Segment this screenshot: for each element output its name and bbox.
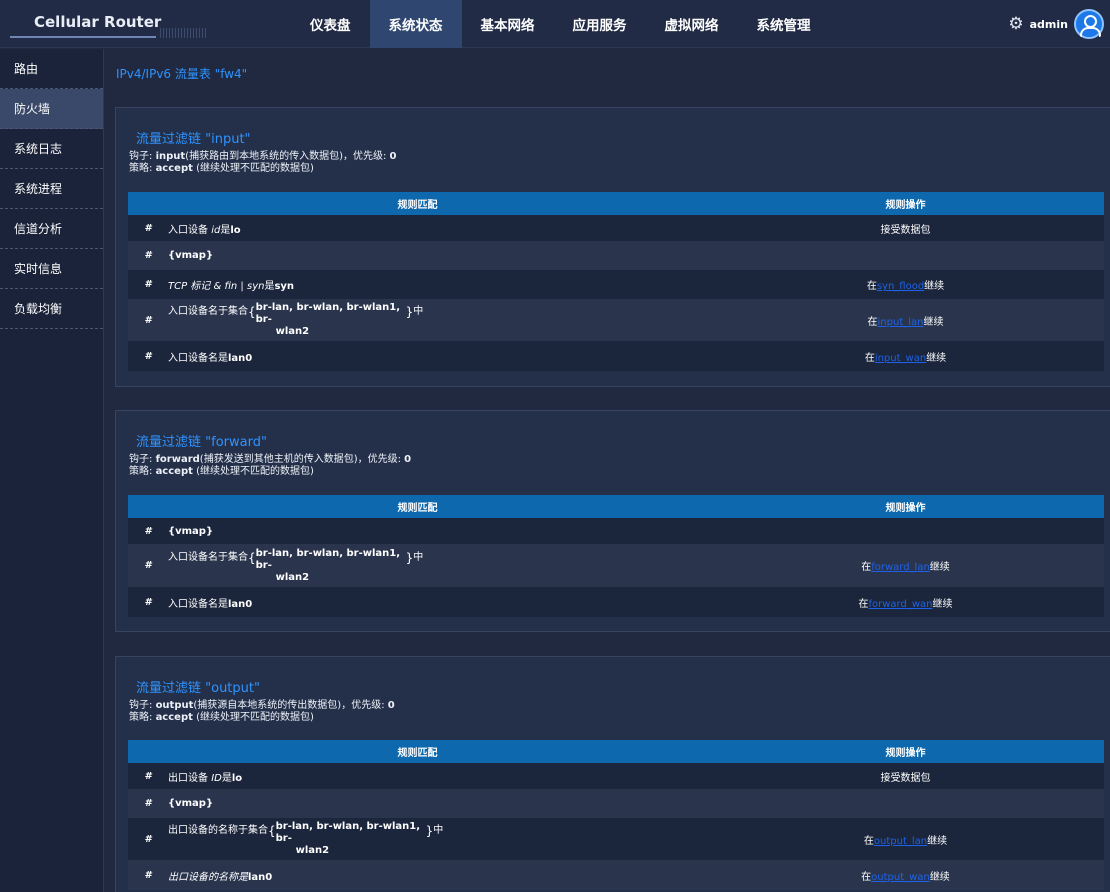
rule-action: 在output_lan继续 xyxy=(863,835,948,847)
table-row: # 入口设备名是lan0 在forward_wan继续 xyxy=(128,587,1104,617)
page-title: IPv4/IPv6 流量表 "fw4" xyxy=(116,67,248,81)
chain-title: 流量过滤链 "forward" xyxy=(136,435,267,450)
table-row: # {vmap} xyxy=(128,518,1104,544)
rule-action: 在forward_wan继续 xyxy=(858,598,953,610)
nav-app-services[interactable]: 应用服务 xyxy=(554,0,646,48)
chain-panel-input: 流量过滤链 "input" 钩子: input(捕获路由到本地系统的传入数据包)… xyxy=(115,107,1110,387)
table-body: # 出口设备 ID是lo 接受数据包 # {vmap} # 出口设备的名称于集合{br… xyxy=(128,763,1104,890)
chain-title: 流量过滤链 "output" xyxy=(136,681,260,696)
chain-panel-output: 流量过滤链 "output" 钩子: output(捕获源自本地系统的传出数据包… xyxy=(115,656,1110,892)
rule-condition: 出口设备 ID是lo xyxy=(168,772,243,784)
chain-link[interactable]: input_lan xyxy=(878,317,924,328)
rule-condition: 出口设备的名称于集合{br-lan, br-wlan, br-wlan1, br… xyxy=(168,821,444,856)
table-body: # {vmap} # 入口设备名于集合{br-lan, br-wlan, br-wl… xyxy=(128,518,1104,617)
policy-line: 策略: accept (继续处理不匹配的数据包) xyxy=(129,712,314,723)
sidebar-item-system-log[interactable]: 系统日志 xyxy=(0,129,103,169)
brand-logo[interactable]: Cellular Router xyxy=(0,0,206,48)
chain-link[interactable]: forward_lan xyxy=(871,562,930,573)
table-row: # 出口设备的名称于集合{br-lan, br-wlan, br-wlan1, b… xyxy=(128,818,1104,860)
rule-action: 在input_lan继续 xyxy=(867,316,944,328)
rule-condition: {vmap} xyxy=(168,250,214,261)
rule-condition: 入口设备名是lan0 xyxy=(168,352,253,364)
brand-name: Cellular Router xyxy=(34,13,162,31)
chain-meta: 钩子: input(捕获路由到本地系统的传入数据包)，优先级: 0 策略: ac… xyxy=(129,151,397,175)
rule-action: 在input_wan继续 xyxy=(864,352,947,364)
header-match: 规则匹配 xyxy=(397,200,438,211)
chain-link[interactable]: syn_flood xyxy=(877,281,924,292)
chain-link[interactable]: output_wan xyxy=(871,872,930,883)
header-action: 规则操作 xyxy=(885,200,926,211)
table-header: 规则匹配 规则操作 xyxy=(128,740,1104,763)
nav-virtual-network[interactable]: 虚拟网络 xyxy=(646,0,738,48)
sidebar-item-load-balancing[interactable]: 负载均衡 xyxy=(0,289,103,329)
rule-condition: 入口设备名于集合{br-lan, br-wlan, br-wlan1, br-w… xyxy=(168,302,424,337)
chain-panel-forward: 流量过滤链 "forward" 钩子: forward(捕获发送到其他主机的传入… xyxy=(115,410,1110,632)
nav-system-management[interactable]: 系统管理 xyxy=(738,0,830,48)
chain-link[interactable]: output_lan xyxy=(874,836,927,847)
top-navigation-bar: Cellular Router 仪表盘 系统状态 基本网络 应用服务 虚拟网络 … xyxy=(0,0,1110,48)
table-header: 规则匹配 规则操作 xyxy=(128,495,1104,518)
brand-underline xyxy=(10,36,156,38)
rules-table: 规则匹配 规则操作 # {vmap} # 入口设备名于集合{br-lan, br-w… xyxy=(128,495,1104,617)
table-row: # 入口设备名是lan0 在input_wan继续 xyxy=(128,341,1104,371)
sidebar-item-routing[interactable]: 路由 xyxy=(0,49,103,89)
avatar-icon[interactable] xyxy=(1074,9,1104,39)
table-row: # {vmap} xyxy=(128,241,1104,270)
header-action: 规则操作 xyxy=(885,503,926,514)
sidebar-item-firewall[interactable]: 防火墙 xyxy=(0,89,103,129)
rules-table: 规则匹配 规则操作 # 出口设备 ID是lo 接受数据包 # {vmap} # 出口设… xyxy=(128,740,1104,890)
sidebar-item-processes[interactable]: 系统进程 xyxy=(0,169,103,209)
table-header: 规则匹配 规则操作 xyxy=(128,192,1104,215)
table-body: # 入口设备 id是lo 接受数据包 # {vmap} # TCP 标记 & fin … xyxy=(128,215,1104,371)
sidebar-item-realtime-info[interactable]: 实时信息 xyxy=(0,249,103,289)
header-action: 规则操作 xyxy=(885,748,926,759)
rule-condition: 入口设备名于集合{br-lan, br-wlan, br-wlan1, br-w… xyxy=(168,547,424,583)
sidebar-item-channel-analysis[interactable]: 信道分析 xyxy=(0,209,103,249)
rule-condition: 入口设备名是lan0 xyxy=(168,598,253,610)
main-content: IPv4/IPv6 流量表 "fw4" 流量过滤链 "input" 钩子: in… xyxy=(115,49,1110,892)
chain-link[interactable]: forward_wan xyxy=(869,599,933,610)
nav-system-status[interactable]: 系统状态 xyxy=(369,0,462,48)
nav-basic-network[interactable]: 基本网络 xyxy=(462,0,554,48)
hook-line: 钩子: input(捕获路由到本地系统的传入数据包)，优先级: 0 xyxy=(129,151,397,162)
header-match: 规则匹配 xyxy=(397,748,438,759)
rule-action: 在forward_lan继续 xyxy=(861,562,950,573)
table-row: # {vmap} xyxy=(128,789,1104,818)
chain-link[interactable]: input_wan xyxy=(875,353,926,364)
chain-meta: 钩子: output(捕获源自本地系统的传出数据包)，优先级: 0 策略: ac… xyxy=(129,700,395,724)
rule-condition: TCP 标记 & fin | syn是syn xyxy=(168,281,295,292)
table-row: # TCP 标记 & fin | syn是syn 在syn_flood继续 xyxy=(128,270,1104,299)
header-match: 规则匹配 xyxy=(397,503,438,514)
rule-action: 在syn_flood继续 xyxy=(866,281,945,292)
rule-condition: 出口设备的名称是lan0 xyxy=(168,871,273,883)
gear-icon[interactable]: ⚙ xyxy=(1008,15,1023,33)
rule-condition: {vmap} xyxy=(168,525,214,537)
chain-title: 流量过滤链 "input" xyxy=(136,132,251,147)
rule-action: 在output_wan继续 xyxy=(861,871,950,883)
table-row: # 入口设备名于集合{br-lan, br-wlan, br-wlan1, br-… xyxy=(128,544,1104,587)
sidebar: 路由 防火墙 系统日志 系统进程 信道分析 实时信息 负载均衡 xyxy=(0,49,104,892)
rule-action: 接受数据包 xyxy=(880,772,931,784)
brand-decoration xyxy=(160,28,206,38)
rule-condition: 入口设备 id是lo xyxy=(168,224,241,236)
username[interactable]: admin xyxy=(1030,18,1068,31)
table-row: # 出口设备 ID是lo 接受数据包 xyxy=(128,763,1104,789)
user-menu[interactable]: ⚙ admin xyxy=(1008,9,1104,39)
rule-condition: {vmap} xyxy=(168,798,214,809)
table-row: # 入口设备名于集合{br-lan, br-wlan, br-wlan1, br-… xyxy=(128,299,1104,341)
hook-line: 钩子: forward(捕获发送到其他主机的传入数据包)，优先级: 0 xyxy=(129,454,412,465)
chain-meta: 钩子: forward(捕获发送到其他主机的传入数据包)，优先级: 0 策略: … xyxy=(129,454,411,478)
table-row: # 入口设备 id是lo 接受数据包 xyxy=(128,215,1104,241)
policy-line: 策略: accept (继续处理不匹配的数据包) xyxy=(129,466,314,477)
hook-line: 钩子: output(捕获源自本地系统的传出数据包)，优先级: 0 xyxy=(129,700,395,711)
nav-dashboard[interactable]: 仪表盘 xyxy=(291,0,370,48)
main-nav: 仪表盘 系统状态 基本网络 应用服务 虚拟网络 系统管理 xyxy=(291,0,830,48)
rules-table: 规则匹配 规则操作 # 入口设备 id是lo 接受数据包 # {vmap} # TCP… xyxy=(128,192,1104,371)
policy-line: 策略: accept (继续处理不匹配的数据包) xyxy=(129,163,314,174)
rule-action: 接受数据包 xyxy=(880,224,931,236)
table-row: # 出口设备的名称是lan0 在output_wan继续 xyxy=(128,860,1104,890)
